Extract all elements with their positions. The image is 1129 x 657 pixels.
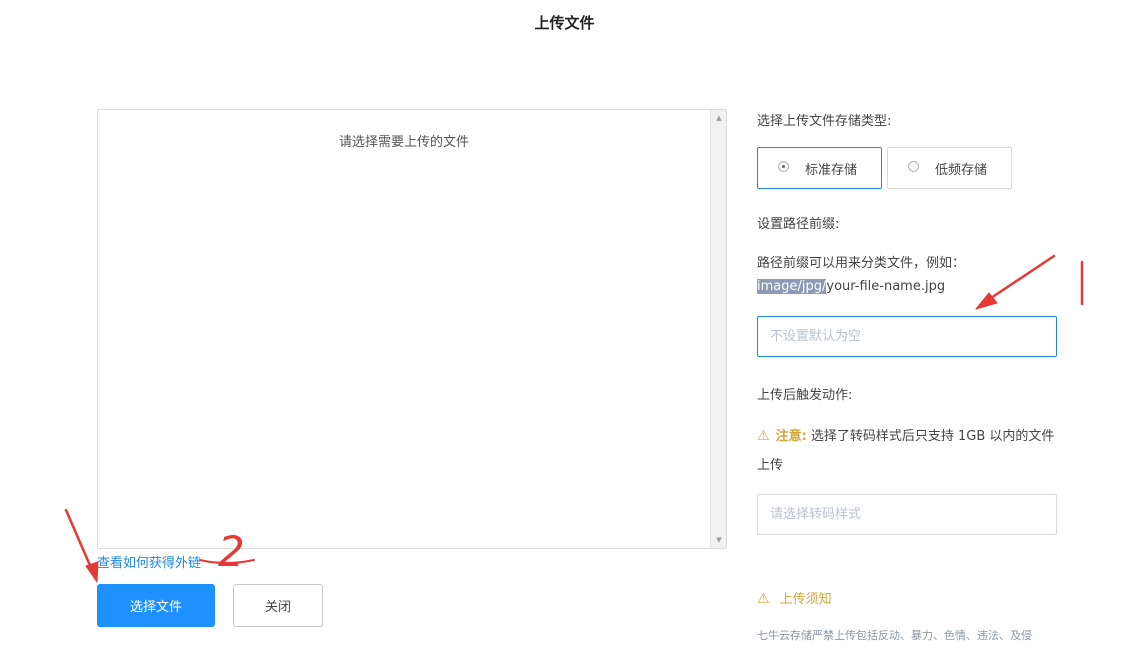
upload-notice-body: 七牛云存储严禁上传包括反动、暴力、色情、违法、及侵: [757, 629, 1032, 642]
close-button[interactable]: 关闭: [233, 584, 323, 627]
radio-standard-storage-label: 标准存储: [805, 162, 858, 178]
file-drop-hint: 请选择需要上传的文件: [338, 135, 469, 150]
file-list-scrollbar[interactable]: ▲ ▼: [710, 110, 726, 548]
path-prefix-label: 设置路径前缀:: [757, 217, 840, 232]
scroll-down-arrow-icon[interactable]: ▼: [711, 532, 727, 548]
warning-icon: ⚠: [757, 591, 770, 607]
path-prefix-example-highlight: image/jpg/: [757, 279, 827, 294]
radio-unchecked-icon: [908, 160, 919, 172]
annotation-arrowhead-top: [975, 292, 998, 310]
annotation-arrow-top: [986, 254, 1056, 302]
upload-notice-title: 上传须知: [779, 592, 832, 607]
trigger-action-label: 上传后触发动作:: [757, 388, 853, 403]
select-file-button[interactable]: 选择文件: [97, 584, 215, 627]
scroll-up-arrow-icon[interactable]: ▲: [711, 110, 727, 126]
radio-infrequent-storage-label: 低频存储: [935, 162, 988, 178]
page-title: 上传文件: [534, 14, 595, 32]
radio-checked-icon: [778, 160, 789, 172]
transcode-style-select[interactable]: [757, 494, 1057, 535]
storage-type-label: 选择上传文件存储类型:: [757, 114, 892, 129]
annotation-arrow-bottom: [64, 508, 94, 572]
transcode-notice: ⚠ 注意: 选择了转码样式后只支持 1GB 以内的文件上传: [757, 422, 1062, 480]
path-prefix-example: image/jpg/your-file-name.jpg: [757, 275, 965, 298]
external-link-help[interactable]: 查看如何获得外链: [97, 552, 201, 571]
warning-icon: ⚠: [757, 428, 770, 444]
radio-infrequent-storage[interactable]: 低频存储: [887, 147, 1012, 189]
path-prefix-input[interactable]: [757, 316, 1057, 357]
upload-notice-heading: ⚠ 上传须知: [757, 588, 832, 607]
annotation-underline: [199, 559, 255, 564]
radio-standard-storage[interactable]: 标准存储: [757, 147, 882, 189]
file-drop-area[interactable]: 请选择需要上传的文件 ▲ ▼: [97, 109, 727, 549]
notice-label: 注意:: [775, 429, 807, 444]
path-prefix-desc-line: 路径前缀可以用来分类文件，例如：: [757, 256, 966, 271]
path-prefix-description: 路径前缀可以用来分类文件，例如： image/jpg/your-file-nam…: [757, 252, 965, 298]
path-prefix-example-filename: your-file-name.jpg: [826, 279, 946, 294]
